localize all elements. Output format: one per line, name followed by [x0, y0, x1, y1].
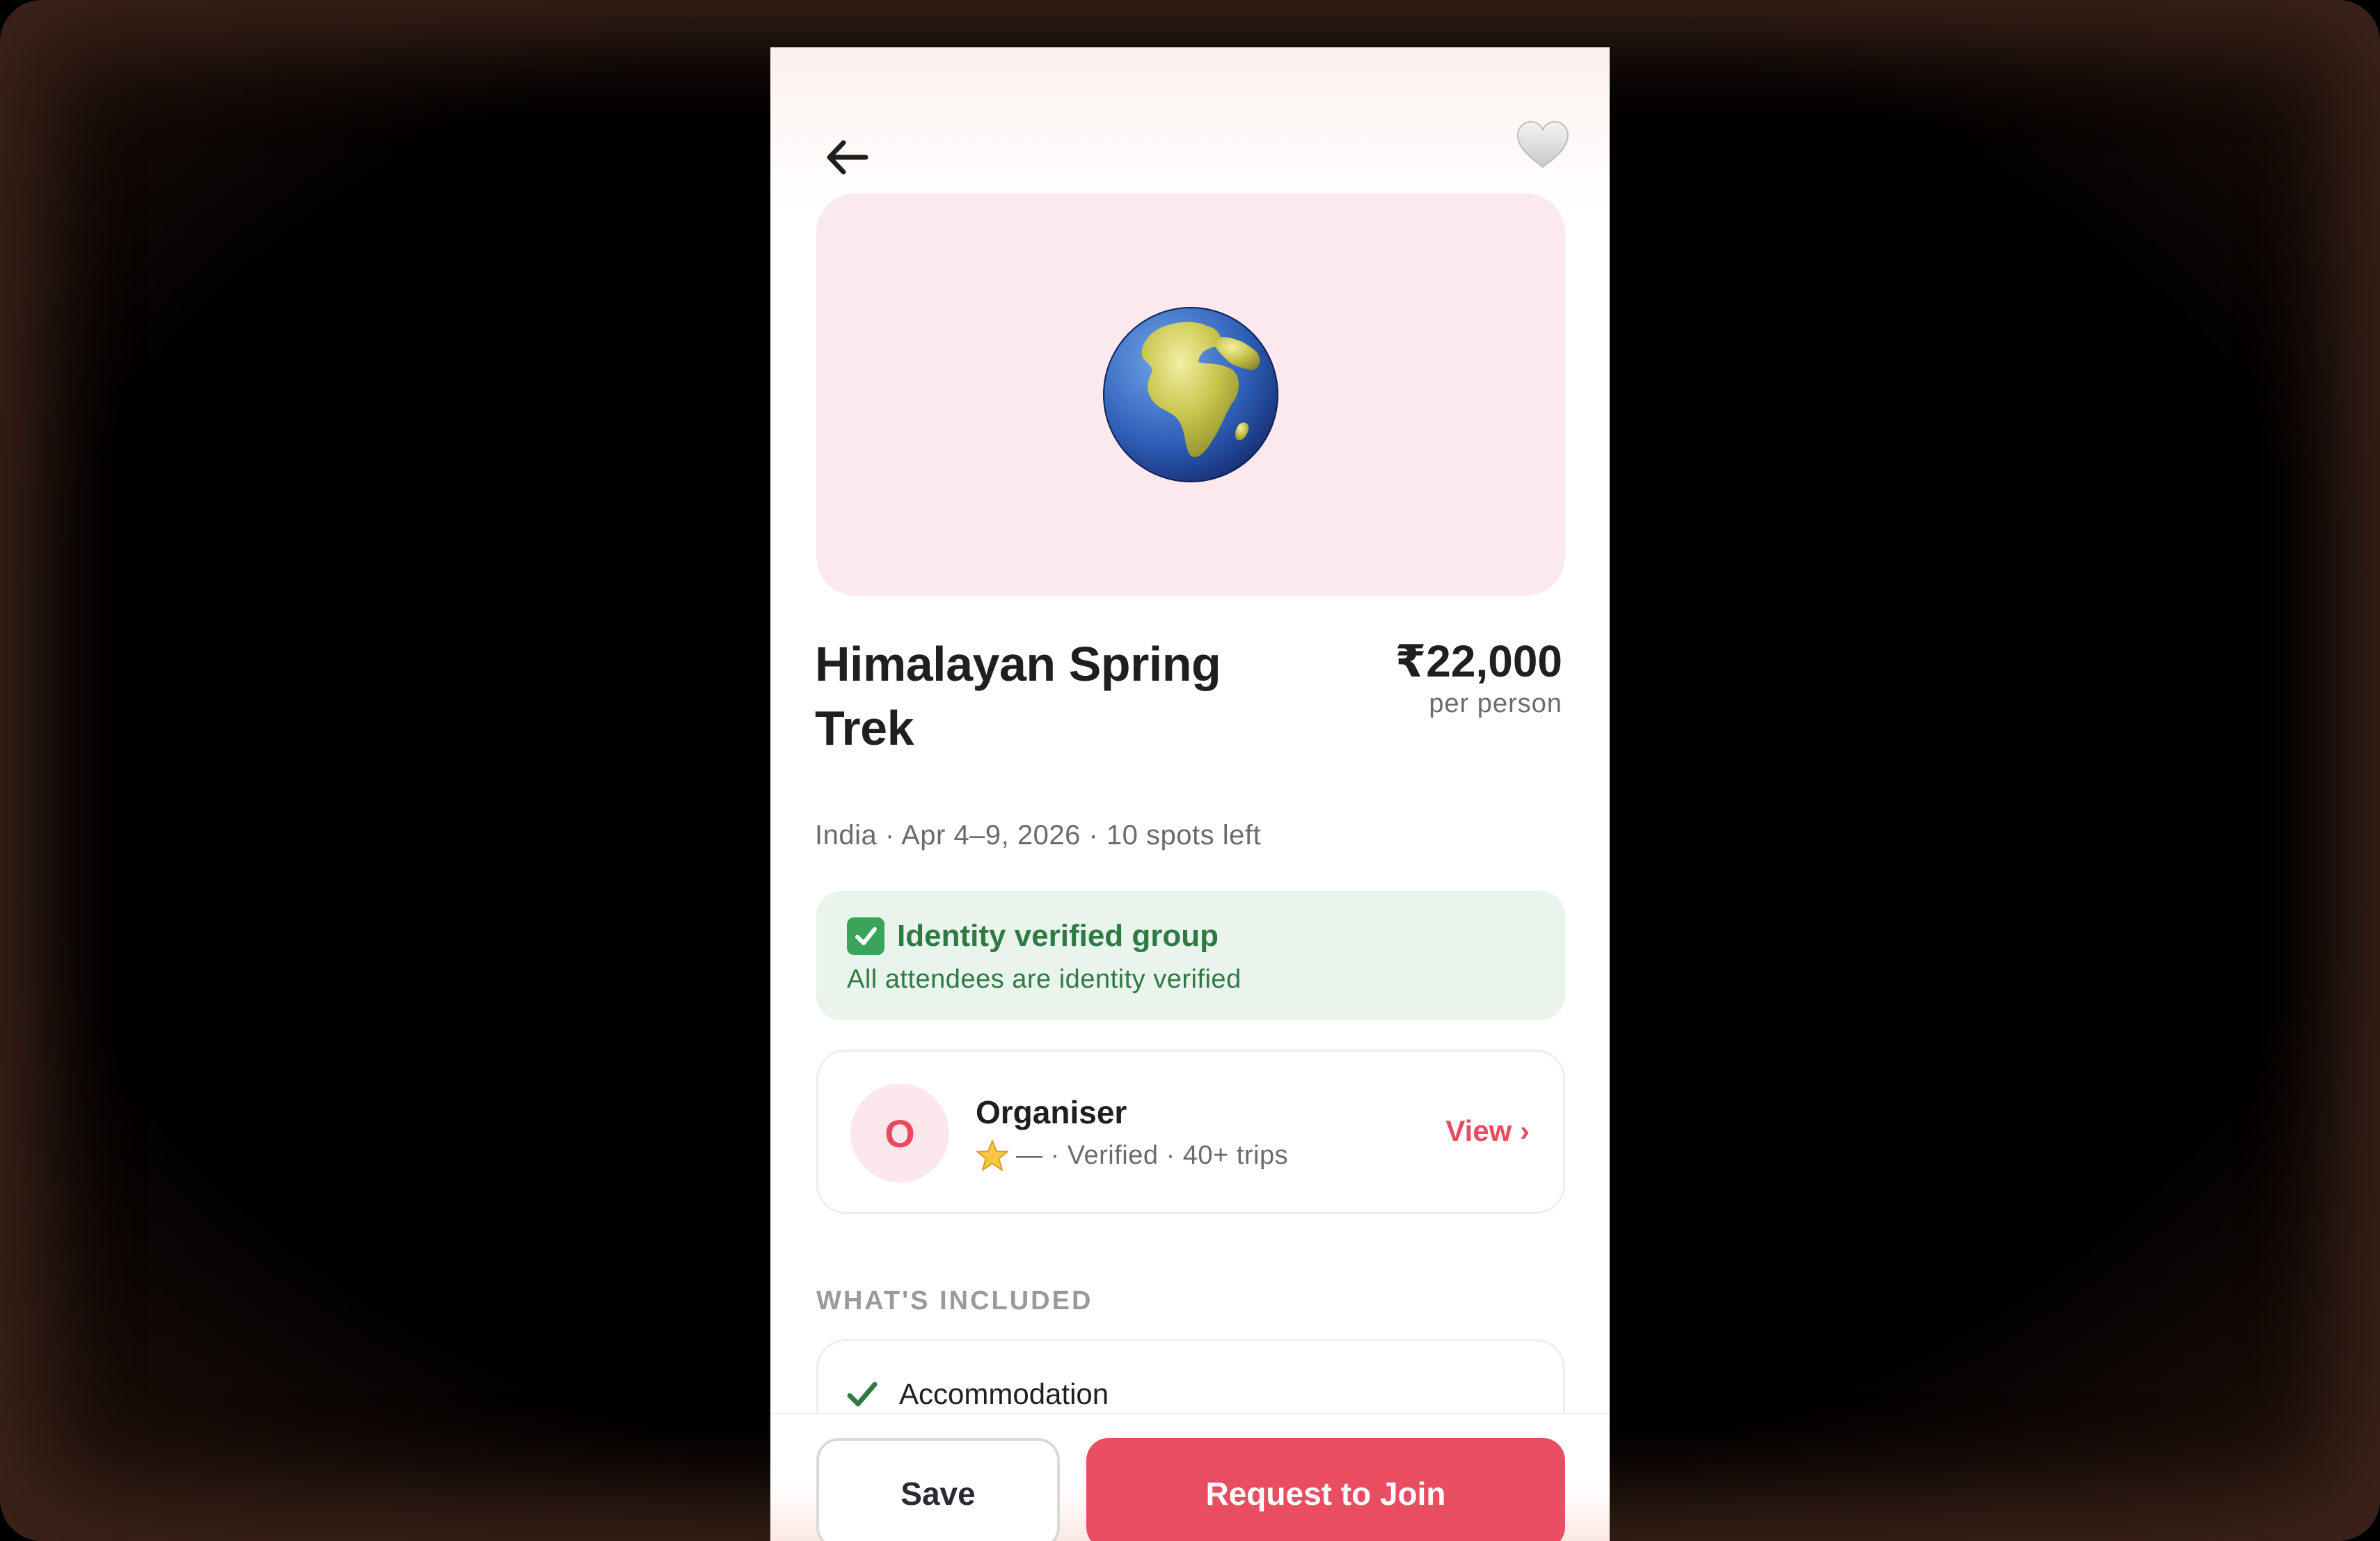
trip-price: ₹22,000 — [1395, 636, 1562, 686]
globe-europe-africa-icon — [1103, 307, 1278, 482]
favorite-button[interactable] — [1508, 110, 1578, 180]
arrow-left-icon — [827, 140, 868, 175]
trip-meta: India · Apr 4–9, 2026 · 10 spots left — [815, 820, 1262, 851]
section-label-included: WHAT'S INCLUDED — [816, 1286, 1093, 1315]
price-unit: per person — [1429, 689, 1562, 718]
organiser-meta-row: — · Verified · 40+ trips — [976, 1139, 1288, 1171]
back-button[interactable] — [812, 123, 882, 192]
action-bar: Save Request to Join — [770, 1413, 1610, 1541]
verified-title-row: Identity verified group — [847, 917, 1534, 955]
star-icon — [976, 1140, 1008, 1171]
organiser-name: Organiser — [976, 1094, 1127, 1130]
request-to-join-button[interactable]: Request to Join — [1086, 1438, 1565, 1541]
organiser-card[interactable]: O Organiser — · Verified · 40+ trips Vie… — [816, 1050, 1565, 1214]
organiser-meta: — · Verified · 40+ trips — [1016, 1140, 1289, 1170]
included-item-label: Accommodation — [899, 1377, 1109, 1410]
view-organiser-link[interactable]: View › — [1445, 1114, 1530, 1148]
check-box-icon — [847, 917, 884, 955]
trip-detail-screen: Himalayan Spring Trek ₹22,000 per person… — [770, 47, 1610, 1541]
trip-hero-image — [816, 193, 1565, 596]
heart-outline-icon — [1516, 120, 1569, 168]
list-item: Accommodation — [846, 1377, 1109, 1411]
verified-subtitle: All attendees are identity verified — [847, 965, 1241, 994]
save-button[interactable]: Save — [816, 1438, 1060, 1541]
trip-title: Himalayan Spring Trek — [815, 637, 1221, 755]
verified-title: Identity verified group — [897, 919, 1219, 953]
checkmark-icon — [847, 1382, 878, 1407]
avatar: O — [850, 1084, 949, 1183]
identity-verified-banner: Identity verified group All attendees ar… — [816, 891, 1565, 1020]
